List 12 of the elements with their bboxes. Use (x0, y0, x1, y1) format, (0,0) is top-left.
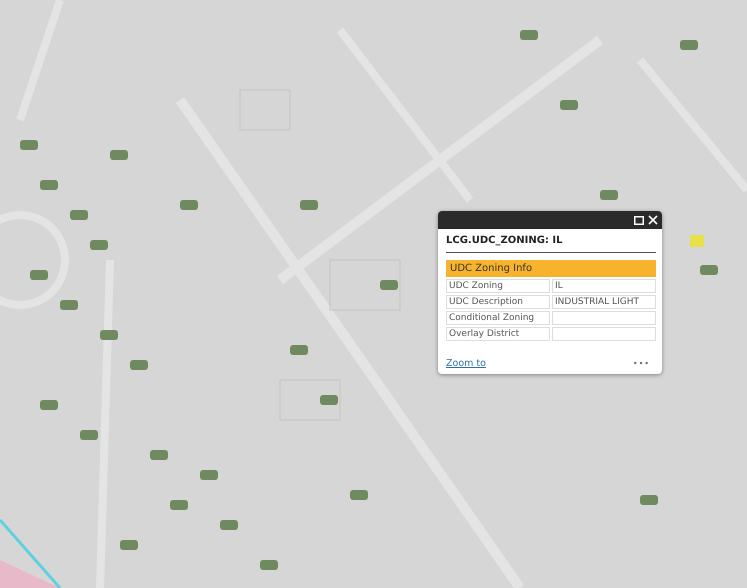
table-cell: UDC Zoning (446, 279, 550, 293)
popup-title: LCG.UDC_ZONING: IL (446, 235, 656, 253)
table-cell: IL (552, 279, 656, 293)
close-icon[interactable] (648, 215, 658, 225)
table-cell: INDUSTRIAL LIGHT (552, 295, 656, 309)
table-cell: Overlay District (446, 327, 550, 341)
section-header: UDC Zoning Info (446, 260, 656, 277)
zoom-to-link[interactable]: Zoom to (446, 358, 486, 369)
table-cell: UDC Description (446, 295, 550, 309)
more-button[interactable]: ••• (632, 359, 650, 368)
table-cell: Conditional Zoning (446, 311, 550, 325)
maximize-icon[interactable] (634, 216, 644, 224)
